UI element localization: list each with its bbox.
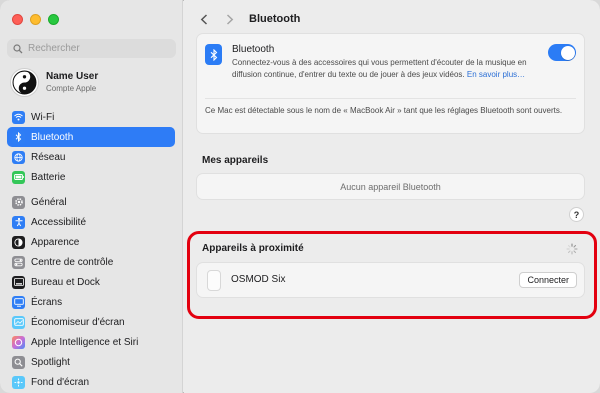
search-input[interactable] [28, 43, 168, 54]
sidebar-item-desktop-dock[interactable]: Bureau et Dock [7, 272, 175, 292]
window-controls [12, 14, 59, 25]
sidebar: Name User Compte Apple Wi-Fi Bluetooth [0, 0, 183, 393]
sidebar-item-label: Réseau [31, 151, 66, 163]
bluetooth-title: Bluetooth [232, 44, 275, 55]
sidebar-item-general[interactable]: Général [7, 192, 175, 212]
wifi-icon [12, 110, 25, 124]
spotlight-icon [12, 355, 25, 369]
sidebar-item-spotlight[interactable]: Spotlight [7, 352, 175, 372]
sidebar-item-label: Spotlight [31, 356, 70, 368]
battery-icon [12, 170, 25, 184]
account-text: Name User Compte Apple [46, 71, 98, 93]
bluetooth-icon [205, 44, 222, 65]
dock-icon [12, 275, 25, 289]
apple-account[interactable]: Name User Compte Apple [10, 66, 98, 98]
sidebar-item-wifi[interactable]: Wi-Fi [7, 107, 175, 127]
page-title: Bluetooth [249, 13, 301, 25]
my-devices-card: Aucun appareil Bluetooth [196, 173, 585, 200]
sidebar-item-control-center[interactable]: Centre de contrôle [7, 252, 175, 272]
sidebar-item-label: Apple Intelligence et Siri [31, 336, 139, 348]
siri-icon [12, 335, 25, 349]
bluetooth-icon [12, 130, 25, 144]
sidebar-item-label: Centre de contrôle [31, 256, 114, 268]
sidebar-item-label: Bureau et Dock [31, 276, 100, 288]
sidebar-item-label: Batterie [31, 171, 66, 183]
sidebar-item-bluetooth[interactable]: Bluetooth [7, 127, 175, 147]
bluetooth-toggle[interactable] [548, 44, 576, 61]
zoom-window-button[interactable] [48, 14, 59, 25]
device-name: OSMOD Six [231, 274, 286, 285]
wallpaper-icon [12, 375, 25, 389]
sidebar-item-label: Bluetooth [31, 131, 74, 143]
close-window-button[interactable] [12, 14, 23, 25]
sidebar-item-label: Général [31, 196, 67, 208]
learn-more-link[interactable]: En savoir plus… [467, 70, 525, 79]
sidebar-item-accessibility[interactable]: Accessibilité [7, 212, 175, 232]
sidebar-item-label: Wi-Fi [31, 111, 55, 123]
minimize-window-button[interactable] [30, 14, 41, 25]
discoverable-note: Ce Mac est détectable sous le nom de « M… [205, 106, 563, 115]
nearby-devices-heading: Appareils à proximité [202, 243, 304, 254]
yin-yang-icon [12, 70, 37, 94]
loading-spinner-icon [566, 243, 578, 255]
account-subtitle: Compte Apple [46, 84, 97, 93]
sidebar-item-battery[interactable]: Batterie [7, 167, 175, 187]
sidebar-item-apple-intelligence-siri[interactable]: Apple Intelligence et Siri [7, 332, 175, 352]
help-button[interactable]: ? [569, 207, 584, 222]
my-devices-heading: Mes appareils [202, 155, 269, 166]
account-name: Name User [46, 71, 99, 82]
back-button[interactable] [195, 10, 213, 28]
nearby-device-row: OSMOD Six Connecter [196, 262, 585, 298]
toggle-knob [560, 45, 575, 60]
display-icon [12, 295, 25, 309]
sidebar-item-label: Fond d'écran [31, 376, 90, 388]
globe-icon [12, 150, 25, 164]
sidebar-item-appearance[interactable]: Apparence [7, 232, 175, 252]
sidebar-item-label: Économiseur d'écran [31, 316, 125, 328]
sidebar-item-screensaver[interactable]: Économiseur d'écran [7, 312, 175, 332]
bluetooth-description: Connectez-vous à des accessoires qui vou… [232, 57, 532, 80]
appearance-icon [12, 235, 25, 249]
mouse-icon [207, 270, 221, 291]
no-devices-label: Aucun appareil Bluetooth [340, 181, 441, 192]
search-icon [13, 43, 23, 53]
control-center-icon [12, 255, 25, 269]
sidebar-item-wallpaper[interactable]: Fond d'écran [7, 372, 175, 392]
sidebar-item-label: Écrans [31, 296, 63, 308]
settings-window: Name User Compte Apple Wi-Fi Bluetooth [0, 0, 600, 393]
sidebar-item-label: Apparence [31, 236, 80, 248]
divider [205, 98, 576, 99]
accessibility-icon [12, 215, 25, 229]
search-field[interactable] [7, 39, 176, 58]
chevron-left-icon [200, 13, 208, 25]
bluetooth-card: Bluetooth Connectez-vous à des accessoir… [196, 33, 585, 134]
avatar [10, 67, 39, 97]
screensaver-icon [12, 315, 25, 329]
sidebar-item-displays[interactable]: Écrans [7, 292, 175, 312]
connect-button[interactable]: Connecter [519, 272, 577, 288]
sidebar-item-network[interactable]: Réseau [7, 147, 175, 167]
sidebar-nav: Wi-Fi Bluetooth Réseau Batterie Général … [7, 107, 175, 392]
chevron-right-icon [226, 13, 234, 25]
main-content: Bluetooth Bluetooth Connectez-vous à des… [184, 0, 600, 393]
sidebar-item-label: Accessibilité [31, 216, 87, 228]
forward-button[interactable] [221, 10, 239, 28]
gear-icon [12, 195, 25, 209]
